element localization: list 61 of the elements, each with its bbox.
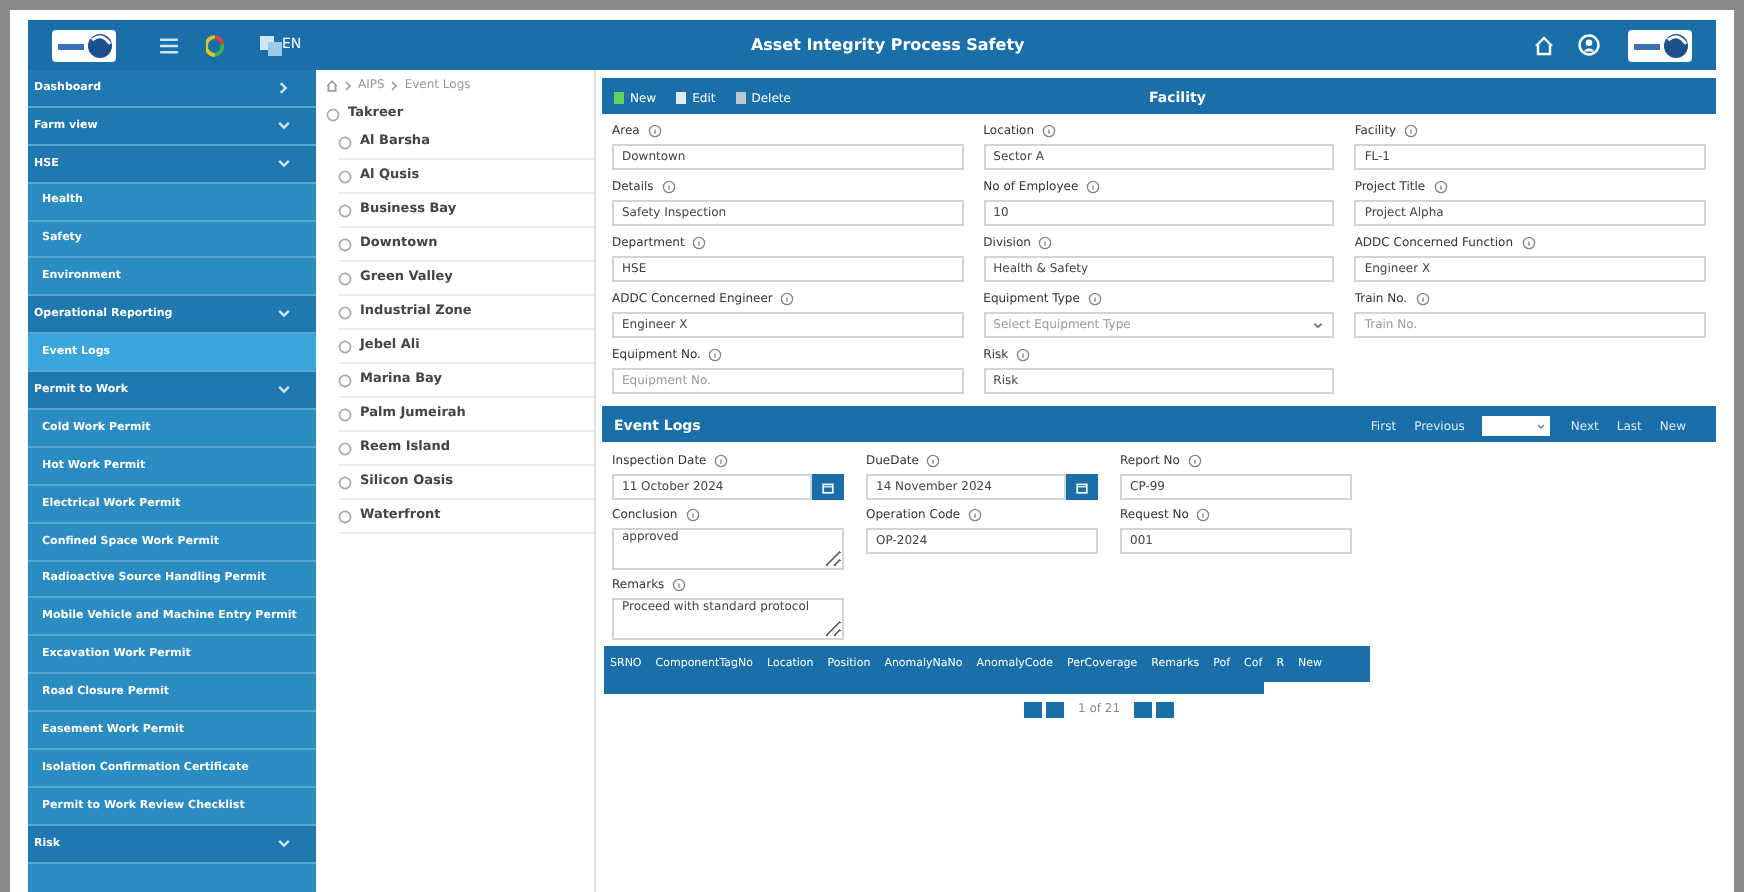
translate-icon[interactable]: [260, 35, 282, 55]
info-icon: [661, 180, 676, 194]
node-icon: [338, 237, 352, 251]
last-page-button[interactable]: [1156, 701, 1175, 717]
info-icon: [685, 508, 700, 522]
info-icon: [1404, 124, 1419, 138]
home-icon[interactable]: [326, 79, 338, 91]
chevron-down-icon: [1536, 421, 1547, 431]
info-icon: [1415, 292, 1430, 306]
chevron-down-icon: [276, 382, 292, 399]
info-icon: [1042, 124, 1057, 138]
info-icon: [692, 236, 707, 250]
node-icon: [338, 203, 352, 217]
chevron-down-icon: [276, 117, 292, 134]
scroll-bar[interactable]: [604, 682, 1264, 694]
calendar-icon: [1076, 481, 1088, 493]
info-icon: [1187, 454, 1202, 468]
node-icon: [338, 509, 352, 523]
calendar-button[interactable]: [1066, 474, 1098, 500]
info-icon: [968, 508, 983, 522]
node-icon: [338, 271, 352, 285]
info-icon: [1016, 348, 1031, 362]
colorful-logo-icon: [206, 33, 224, 57]
app-title: Asset Integrity Process Safety: [748, 33, 1027, 57]
node-icon: [338, 135, 352, 149]
chevron-down-icon: [276, 835, 292, 852]
node-icon: [338, 305, 352, 319]
chevron-down-icon: [276, 155, 292, 172]
node-icon: [338, 169, 352, 183]
logo: [52, 29, 116, 61]
node-icon: [338, 339, 352, 353]
info-icon: [714, 454, 729, 468]
logo: [1628, 29, 1692, 61]
previous-page-button[interactable]: [1045, 701, 1064, 717]
info-icon: [1086, 180, 1101, 194]
node-icon: [326, 107, 340, 121]
menu-icon[interactable]: [160, 37, 178, 53]
chevron-down-icon: [276, 306, 292, 323]
node-icon: [338, 475, 352, 489]
chevron-right-icon: [276, 79, 292, 96]
calendar-button[interactable]: [812, 474, 844, 500]
chevron-right-icon: [344, 79, 352, 91]
info-icon: [1196, 508, 1211, 522]
node-icon: [338, 407, 352, 421]
info-icon: [672, 578, 687, 592]
info-icon: [647, 124, 662, 138]
info-icon: [708, 348, 723, 362]
info-icon: [1521, 236, 1536, 250]
node-icon: [338, 373, 352, 387]
info-icon: [780, 292, 795, 306]
chevron-right-icon: [390, 79, 399, 91]
info-icon: [1087, 292, 1102, 306]
node-icon: [338, 441, 352, 455]
next-page-button[interactable]: [1134, 701, 1153, 717]
user-icon[interactable]: [1578, 34, 1600, 56]
first-page-button[interactable]: [1023, 701, 1042, 717]
info-icon: [926, 454, 941, 468]
chevron-down-icon: [1312, 319, 1325, 331]
info-icon: [1433, 180, 1448, 194]
calendar-icon: [822, 481, 834, 493]
info-icon: [1038, 236, 1053, 250]
